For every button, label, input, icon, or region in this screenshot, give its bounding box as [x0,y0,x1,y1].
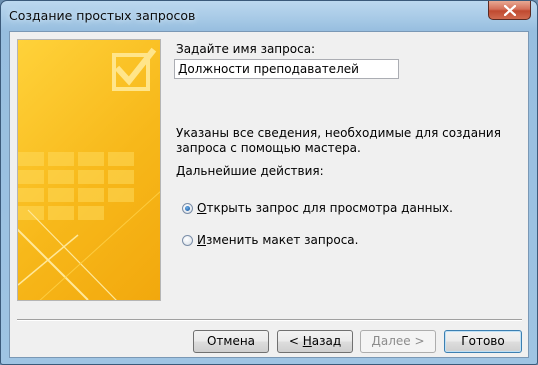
button-separator [17,319,522,321]
close-icon [504,5,516,16]
checkmark-illustration-icon [18,47,160,300]
open-query-radio[interactable] [182,202,193,214]
cancel-button[interactable]: Отмена [193,330,269,353]
back-button[interactable]: < Назад [277,330,353,353]
open-query-label: Открыть запрос для просмотра данных. [197,201,453,215]
next-actions-label: Дальнейшие действия: [176,164,324,178]
title-bar[interactable]: Создание простых запросов [1,1,537,31]
modify-query-label: Изменить макет запроса. [197,233,359,247]
wizard-illustration [17,39,161,301]
modify-query-radio[interactable] [182,234,193,246]
info-text: Указаны все сведения, необходимые для со… [176,126,501,155]
close-button[interactable] [488,1,531,20]
wizard-client-area: Задайте имя запроса: Указаны все сведени… [9,31,529,358]
query-name-input[interactable] [174,59,399,79]
next-button[interactable]: Далее > [360,330,436,353]
wizard-window: Создание простых запросов Задайте имя за… [0,0,538,365]
finish-button[interactable]: Готово [444,330,522,353]
modify-query-option[interactable]: Изменить макет запроса. [182,232,358,248]
window-title: Создание простых запросов [9,8,196,23]
query-name-label: Задайте имя запроса: [176,42,316,56]
open-query-option[interactable]: Открыть запрос для просмотра данных. [182,200,453,216]
